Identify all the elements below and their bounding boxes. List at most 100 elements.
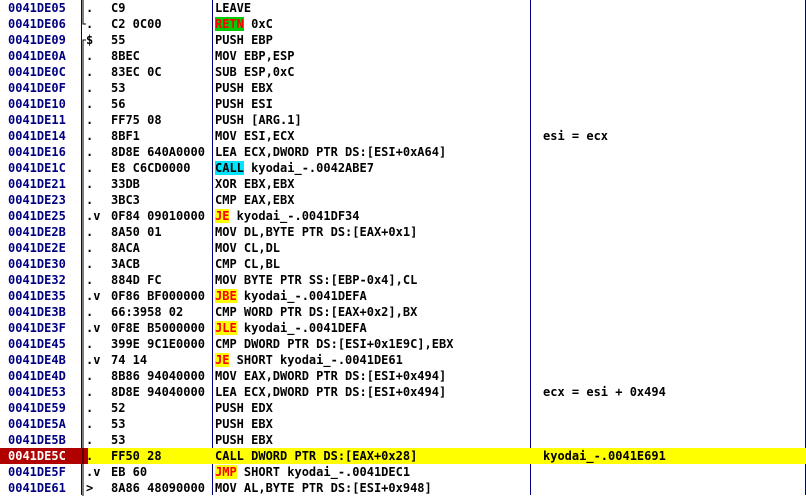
flow-marker: . xyxy=(86,337,94,351)
mnemonic-jmp: JMP xyxy=(215,465,237,479)
operand-text: SHORT kyodai_-.0041DEC1 xyxy=(236,465,411,479)
mnemonic-call: CALL xyxy=(215,449,244,463)
disasm-row[interactable]: 0041DE25 .v 0F84 09010000 JE kyodai_-.0041D… xyxy=(0,208,806,224)
operand-text: DWORD PTR DS:[EAX+0x28] xyxy=(243,449,418,463)
flow-marker: . xyxy=(86,449,94,463)
disassembly-cell: MOV AL,BYTE PTR DS:[ESI+0x948] xyxy=(215,480,432,496)
procedure-bracket-icon xyxy=(82,192,84,208)
operand-text: SUB ESP,0xC xyxy=(215,65,295,79)
hex-bytes-cell: 53 xyxy=(111,417,126,431)
address-cell: 0041DE0A xyxy=(8,49,66,63)
flow-marker: .v xyxy=(86,321,101,335)
disasm-row[interactable]: 0041DE30. 3ACB CMP CL,BL xyxy=(0,256,806,272)
disasm-row[interactable]: 0041DE05. C9 LEAVE xyxy=(0,0,806,16)
disasm-row[interactable]: 0041DE0A. 8BEC MOV EBP,ESP xyxy=(0,48,806,64)
disassembly-cell: PUSH EDX xyxy=(215,400,273,416)
operand-text: MOV AL,BYTE PTR DS:[ESI+0x948] xyxy=(215,481,432,495)
disasm-row[interactable]: 0041DE5B. 53 PUSH EBX xyxy=(0,432,806,448)
operand-text: kyodai_-.0041DF34 xyxy=(229,209,360,223)
procedure-bracket-icon xyxy=(82,39,86,48)
disasm-row[interactable]: 0041DE2E. 8ACA MOV CL,DL xyxy=(0,240,806,256)
procedure-bracket-icon xyxy=(82,112,84,128)
flow-marker: . xyxy=(86,17,94,31)
address-cell: 0041DE59 xyxy=(8,401,66,415)
flow-marker: . xyxy=(86,97,94,111)
disasm-row[interactable]: 0041DE14. 8BF1 MOV ESI,ECX esi = ecx xyxy=(0,128,806,144)
hex-bytes-cell: 884D FC xyxy=(111,273,162,287)
procedure-bracket-icon xyxy=(82,64,84,80)
disasm-row[interactable]: 0041DE35 .v 0F86 BF000000 JBE kyodai_-.0041… xyxy=(0,288,806,304)
disasm-row[interactable]: 0041DE10. 56 PUSH ESI xyxy=(0,96,806,112)
comment-cell: esi = ecx xyxy=(543,129,609,143)
hex-bytes-cell: 8D8E 94040000 xyxy=(111,385,205,399)
operand-text: kyodai_-.0041DEFA xyxy=(236,321,367,335)
hex-bytes-cell: 3ACB xyxy=(111,257,140,271)
disasm-row[interactable]: 0041DE5F .v EB 60 JMP SHORT kyodai_-.0041DE… xyxy=(0,464,806,480)
flow-marker: . xyxy=(86,177,94,191)
disasm-row[interactable]: 0041DE45. 399E 9C1E0000 CMP DWORD PTR DS:[… xyxy=(0,336,806,352)
hex-bytes-cell: EB 60 xyxy=(111,465,148,479)
operand-text: kyodai_-.0041DEFA xyxy=(236,289,367,303)
operand-text: MOV ESI,ECX xyxy=(215,129,295,143)
address-cell: 0041DE5B xyxy=(8,433,66,447)
disasm-row[interactable]: 0041DE4B .v 74 14 JE SHORT kyodai_-.0041DE6… xyxy=(0,352,806,368)
disasm-row[interactable]: 0041DE0F. 53 PUSH EBX xyxy=(0,80,806,96)
disasm-row[interactable]: 0041DE11. FF75 08 PUSH [ARG.1] xyxy=(0,112,806,128)
hex-bytes-cell: 56 xyxy=(111,97,126,111)
disasm-row[interactable]: 0041DE23. 3BC3 CMP EAX,EBX xyxy=(0,192,806,208)
flow-marker: .v xyxy=(86,289,101,303)
procedure-bracket-icon xyxy=(82,176,84,192)
address-cell: 0041DE4B xyxy=(8,353,66,367)
disassembly-pane[interactable]: 0041DE05. C9 LEAVE 0041DE06. C2 0C00 RETN 0xC… xyxy=(0,0,806,496)
hex-bytes-cell: FF75 08 xyxy=(111,113,162,127)
disasm-row[interactable]: 0041DE32. 884D FC MOV BYTE PTR SS:[EBP-0x4… xyxy=(0,272,806,288)
hex-bytes-cell: 55 xyxy=(111,33,126,47)
hex-bytes-cell: E8 C6CD0000 xyxy=(111,161,191,175)
flow-marker: .v xyxy=(86,465,101,479)
operand-text: MOV CL,DL xyxy=(215,241,281,255)
disasm-row[interactable]: 0041DE09 $55 PUSH EBP xyxy=(0,32,806,48)
procedure-bracket-icon xyxy=(82,96,84,112)
operand-text: kyodai_-.0042ABE7 xyxy=(243,161,374,175)
disasm-row[interactable]: 0041DE4D. 8B86 94040000 MOV EAX,DWORD PTR … xyxy=(0,368,806,384)
operand-text: MOV EAX,DWORD PTR DS:[ESI+0x494] xyxy=(215,369,447,383)
address-cell: 0041DE23 xyxy=(8,193,66,207)
disasm-row[interactable]: 0041DE06. C2 0C00 RETN 0xC xyxy=(0,16,806,32)
address-cell: 0041DE25 xyxy=(8,209,66,223)
operand-text: PUSH ESI xyxy=(215,97,273,111)
procedure-bracket-icon xyxy=(82,352,84,368)
disassembly-cell: JE kyodai_-.0041DF34 xyxy=(215,208,360,224)
flow-marker: . xyxy=(86,193,94,207)
operand-text: 0xC xyxy=(243,17,273,31)
disasm-row[interactable]: 0041DE0C. 83EC 0C SUB ESP,0xC xyxy=(0,64,806,80)
flow-marker: . xyxy=(86,129,94,143)
disassembly-cell: JLE kyodai_-.0041DEFA xyxy=(215,320,367,336)
disasm-row[interactable]: 0041DE16. 8D8E 640A0000 LEA ECX,DWORD PTR … xyxy=(0,144,806,160)
procedure-bracket-icon xyxy=(82,432,84,448)
address-cell: 0041DE3F xyxy=(8,321,66,335)
disasm-row[interactable]: 0041DE2B. 8A50 01 MOV DL,BYTE PTR DS:[EAX+… xyxy=(0,224,806,240)
disasm-row[interactable]: 0041DE53. 8D8E 94040000 LEA ECX,DWORD PTR … xyxy=(0,384,806,400)
disassembly-cell: JE SHORT kyodai_-.0041DE61 xyxy=(215,352,403,368)
operand-text: CMP EAX,EBX xyxy=(215,193,295,207)
disasm-row[interactable]: 0041DE3B. 66:3958 02 CMP WORD PTR DS:[EAX+… xyxy=(0,304,806,320)
hex-bytes-cell: 83EC 0C xyxy=(111,65,162,79)
disasm-row[interactable]: 0041DE61 >8A86 48090000 MOV AL,BYTE PTR DS… xyxy=(0,480,806,496)
disasm-row[interactable]: 0041DE1C. E8 C6CD0000 CALL kyodai_-.0042AB… xyxy=(0,160,806,176)
address-cell: 0041DE09 xyxy=(8,33,66,47)
address-cell: 0041DE45 xyxy=(8,337,66,351)
disasm-row[interactable]: 0041DE21. 33DB XOR EBX,EBX xyxy=(0,176,806,192)
operand-text: PUSH [ARG.1] xyxy=(215,113,302,127)
disasm-row[interactable]: 0041DE3F .v 0F8E B5000000 JLE kyodai_-.0041… xyxy=(0,320,806,336)
procedure-bracket-icon xyxy=(82,368,84,384)
disasm-row[interactable]: 0041DE5A. 53 PUSH EBX xyxy=(0,416,806,432)
disasm-row[interactable]: 0041DE59. 52 PUSH EDX xyxy=(0,400,806,416)
disassembly-cell: CALL kyodai_-.0042ABE7 xyxy=(215,160,374,176)
flow-marker: > xyxy=(86,481,94,495)
address-cell: 0041DE53 xyxy=(8,385,66,399)
disasm-row-selected[interactable]: 0041DE5C. FF50 28 CALL DWORD PTR DS:[EAX+0… xyxy=(0,448,806,464)
procedure-bracket-icon xyxy=(82,320,84,336)
operand-text: PUSH EDX xyxy=(215,401,273,415)
address-cell: 0041DE10 xyxy=(8,97,66,111)
hex-bytes-cell: 33DB xyxy=(111,177,140,191)
